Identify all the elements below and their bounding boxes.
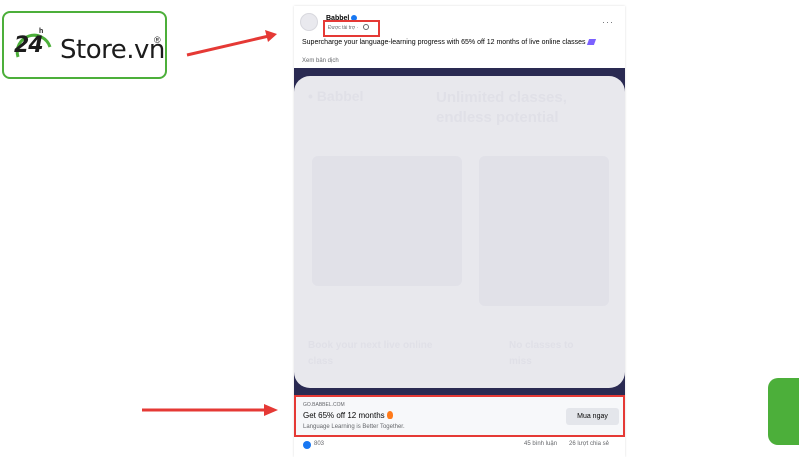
sponsored-label: Được tài trợ · bbox=[328, 25, 359, 31]
logo-text: Store.vn bbox=[60, 35, 165, 65]
logo-number: 24 bbox=[14, 33, 44, 58]
ghost-brand: • Babbel bbox=[308, 88, 364, 104]
ghost-headline: Unlimited classes, endless potential bbox=[436, 89, 567, 126]
share-count[interactable]: 26 lượt chia sẻ bbox=[569, 441, 609, 447]
link-title-text: Get 65% off 12 months bbox=[303, 411, 385, 420]
logo-registered-mark: ® bbox=[154, 35, 161, 45]
ghost-illustration-right bbox=[479, 156, 609, 306]
ghost-badge: No classes to miss bbox=[509, 340, 574, 367]
like-count[interactable]: 803 bbox=[314, 441, 324, 447]
ad-link-bar[interactable]: GO.BABBEL.COM Get 65% off 12 months Lang… bbox=[294, 395, 625, 437]
link-title: Get 65% off 12 months bbox=[303, 411, 393, 420]
page-avatar[interactable] bbox=[300, 13, 318, 31]
like-icon bbox=[303, 441, 311, 449]
store-logo: 24 h Store.vn ® bbox=[2, 11, 167, 79]
ad-image[interactable]: • Babbel Unlimited classes, endless pote… bbox=[294, 68, 625, 398]
fire-icon bbox=[386, 411, 393, 419]
buy-now-button[interactable]: Mua ngay bbox=[566, 408, 619, 425]
arrow-to-sponsored-icon bbox=[186, 30, 277, 57]
screenshot-stage: 24 h Store.vn ® Babbel Được tài trợ · ··… bbox=[0, 0, 799, 457]
ad-image-overlay: • Babbel Unlimited classes, endless pote… bbox=[294, 76, 625, 388]
arrow-to-link-icon bbox=[142, 404, 278, 416]
ghost-illustration-left bbox=[312, 156, 462, 286]
link-domain: GO.BABBEL.COM bbox=[303, 402, 345, 408]
sponsored-post-card: Babbel Được tài trợ · ··· Supercharge yo… bbox=[294, 6, 625, 457]
globe-icon bbox=[363, 24, 369, 30]
ghost-caption: Book your next live online class bbox=[308, 340, 433, 367]
post-body: Supercharge your language-learning progr… bbox=[302, 39, 596, 46]
side-green-tab[interactable] bbox=[768, 378, 799, 445]
link-description: Language Learning is Better Together. bbox=[303, 424, 405, 430]
see-translation-link[interactable]: Xem bản dịch bbox=[302, 58, 339, 64]
rocket-icon bbox=[586, 39, 596, 46]
logo-h: h bbox=[39, 28, 44, 35]
more-options-icon[interactable]: ··· bbox=[602, 17, 614, 27]
post-body-text: Supercharge your language-learning progr… bbox=[302, 39, 586, 46]
comment-count[interactable]: 45 bình luận bbox=[524, 441, 557, 447]
